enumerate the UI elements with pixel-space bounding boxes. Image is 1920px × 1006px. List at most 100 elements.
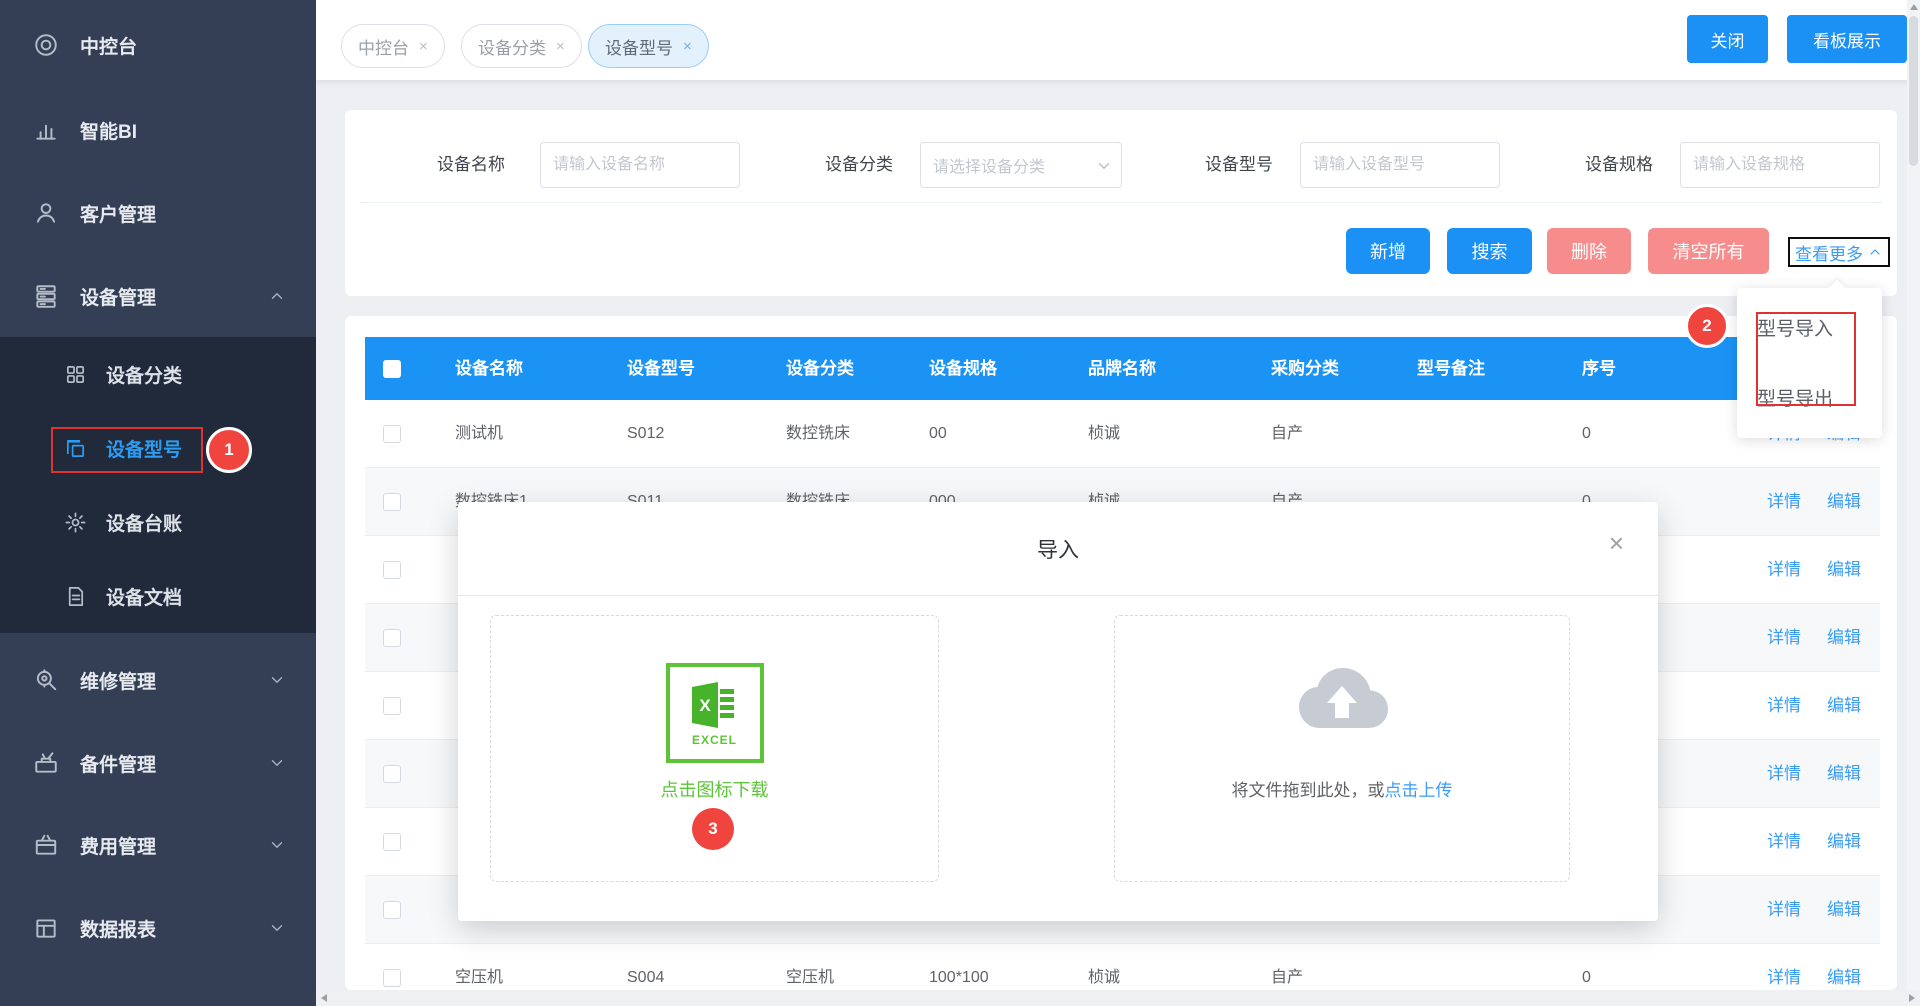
chevron-up-icon[interactable]: [268, 287, 286, 305]
annotation-step-2: 2: [1685, 304, 1729, 348]
horizontal-scrollbar[interactable]: [316, 990, 1920, 1006]
tab-device-category[interactable]: 设备分类 ×: [461, 24, 582, 68]
row-checkbox[interactable]: [383, 629, 401, 647]
scrollbar-thumb[interactable]: [1909, 16, 1918, 166]
cell-spec: 100*100: [929, 944, 989, 990]
row-checkbox[interactable]: [383, 561, 401, 579]
row-checkbox[interactable]: [383, 969, 401, 987]
close-icon[interactable]: ×: [419, 38, 428, 55]
detail-link[interactable]: 详情: [1767, 944, 1801, 990]
detail-link[interactable]: 详情: [1767, 672, 1801, 739]
sidebar-submenu-devices: 设备分类 设备型号 设备台账 设备文档: [0, 337, 316, 633]
filter-label-device-category: 设备分类: [825, 154, 893, 176]
chevron-down-icon[interactable]: [268, 671, 286, 689]
svg-text:X: X: [699, 696, 711, 715]
view-more-dropdown: 型号导入 型号导出: [1737, 288, 1882, 438]
sidebar-item-reports[interactable]: 数据报表: [0, 887, 316, 969]
view-more-button[interactable]: 查看更多: [1788, 237, 1890, 267]
sidebar-item-repair[interactable]: 维修管理: [0, 639, 316, 721]
sidebar-item-bi[interactable]: 智能BI: [0, 89, 316, 171]
menu-item-model-import[interactable]: 型号导入: [1757, 310, 1833, 350]
row-checkbox[interactable]: [383, 493, 401, 511]
device-spec-input[interactable]: [1680, 142, 1880, 188]
row-checkbox[interactable]: [383, 765, 401, 783]
detail-link[interactable]: 详情: [1767, 536, 1801, 603]
close-icon[interactable]: ×: [556, 38, 565, 55]
tab-device-model[interactable]: 设备型号 ×: [588, 24, 709, 68]
edit-link[interactable]: 编辑: [1827, 468, 1861, 535]
filter-divider: [360, 202, 1882, 203]
search-button[interactable]: 搜索: [1447, 228, 1532, 274]
annotation-step-1: 1: [206, 427, 252, 473]
modal-title: 导入: [458, 534, 1658, 564]
detail-link[interactable]: 详情: [1767, 468, 1801, 535]
drop-text-prefix: 将文件拖到此处，或: [1232, 781, 1385, 800]
close-page-button[interactable]: 关闭: [1687, 15, 1768, 63]
row-checkbox[interactable]: [383, 697, 401, 715]
edit-link[interactable]: 编辑: [1827, 740, 1861, 807]
close-icon[interactable]: ×: [683, 38, 692, 55]
cell-purchase: 自产: [1271, 944, 1303, 990]
sidebar-item-device-category[interactable]: 设备分类: [0, 337, 316, 411]
board-display-button[interactable]: 看板展示: [1787, 15, 1907, 63]
vertical-scrollbar[interactable]: [1907, 0, 1920, 990]
sidebar-item-devices[interactable]: 设备管理: [0, 255, 316, 337]
edit-link[interactable]: 编辑: [1827, 604, 1861, 671]
detail-link[interactable]: 详情: [1767, 808, 1801, 875]
file-drop-zone[interactable]: 将文件拖到此处，或点击上传: [1114, 615, 1570, 882]
excel-sheet-glyph: X: [690, 679, 740, 731]
sidebar-item-device-model[interactable]: 设备型号: [0, 411, 316, 485]
scroll-right-icon[interactable]: [1909, 994, 1915, 1002]
sidebar-item-console[interactable]: 中控台: [0, 4, 316, 86]
chevron-down-icon[interactable]: [268, 836, 286, 854]
sidebar-item-spare-parts[interactable]: 备件管理: [0, 722, 316, 804]
chevron-down-icon: [1095, 157, 1113, 175]
click-upload-link[interactable]: 点击上传: [1385, 781, 1453, 800]
select-all-checkbox[interactable]: [383, 360, 401, 378]
tab-console[interactable]: 中控台 ×: [341, 24, 445, 68]
scroll-left-icon[interactable]: [321, 994, 327, 1002]
edit-link[interactable]: 编辑: [1827, 536, 1861, 603]
cell-name: 测试机: [455, 400, 503, 467]
detail-link[interactable]: 详情: [1767, 740, 1801, 807]
scroll-up-icon[interactable]: [1910, 4, 1918, 10]
copy-icon: [64, 437, 87, 460]
modal-close-icon[interactable]: ×: [1609, 530, 1624, 556]
detail-link[interactable]: 详情: [1767, 604, 1801, 671]
device-category-select[interactable]: 请选择设备分类: [920, 142, 1122, 188]
sidebar-item-label: 设备管理: [80, 283, 156, 310]
row-checkbox[interactable]: [383, 425, 401, 443]
modal-divider: [458, 595, 1658, 596]
sidebar-item-device-ledger[interactable]: 设备台账: [0, 485, 316, 559]
cell-category: 数控铣床: [786, 400, 850, 467]
sidebar-item-expenses[interactable]: 费用管理: [0, 804, 316, 886]
edit-link[interactable]: 编辑: [1827, 808, 1861, 875]
edit-link[interactable]: 编辑: [1827, 876, 1861, 943]
clear-all-button[interactable]: 清空所有: [1648, 228, 1769, 274]
device-model-input[interactable]: [1300, 142, 1500, 188]
import-modal: 导入 × X EXCEL 点击图标下载: [458, 502, 1658, 921]
menu-item-model-export[interactable]: 型号导出: [1757, 380, 1833, 420]
download-hint-link[interactable]: 点击图标下载: [491, 776, 938, 802]
sidebar-item-label: 备件管理: [80, 750, 156, 777]
cell-model: S012: [627, 400, 664, 467]
edit-link[interactable]: 编辑: [1827, 944, 1861, 990]
device-name-input[interactable]: [540, 142, 740, 188]
console-icon: [33, 32, 59, 58]
row-checkbox[interactable]: [383, 833, 401, 851]
chevron-up-icon: [1867, 244, 1883, 260]
tab-label: 设备型号: [605, 34, 673, 59]
sidebar-item-device-docs[interactable]: 设备文档: [0, 559, 316, 633]
sidebar-item-label: 费用管理: [80, 832, 156, 859]
delete-button[interactable]: 删除: [1547, 228, 1631, 274]
app-root: 中控台 智能BI 客户管理 设备管理: [0, 0, 1920, 1006]
edit-link[interactable]: 编辑: [1827, 672, 1861, 739]
sidebar-item-customers[interactable]: 客户管理: [0, 172, 316, 254]
device-icon: [33, 283, 59, 309]
detail-link[interactable]: 详情: [1767, 876, 1801, 943]
chevron-down-icon[interactable]: [268, 754, 286, 772]
excel-download-icon[interactable]: X EXCEL: [666, 663, 764, 763]
chevron-down-icon[interactable]: [268, 919, 286, 937]
add-button[interactable]: 新增: [1346, 228, 1430, 274]
row-checkbox[interactable]: [383, 901, 401, 919]
